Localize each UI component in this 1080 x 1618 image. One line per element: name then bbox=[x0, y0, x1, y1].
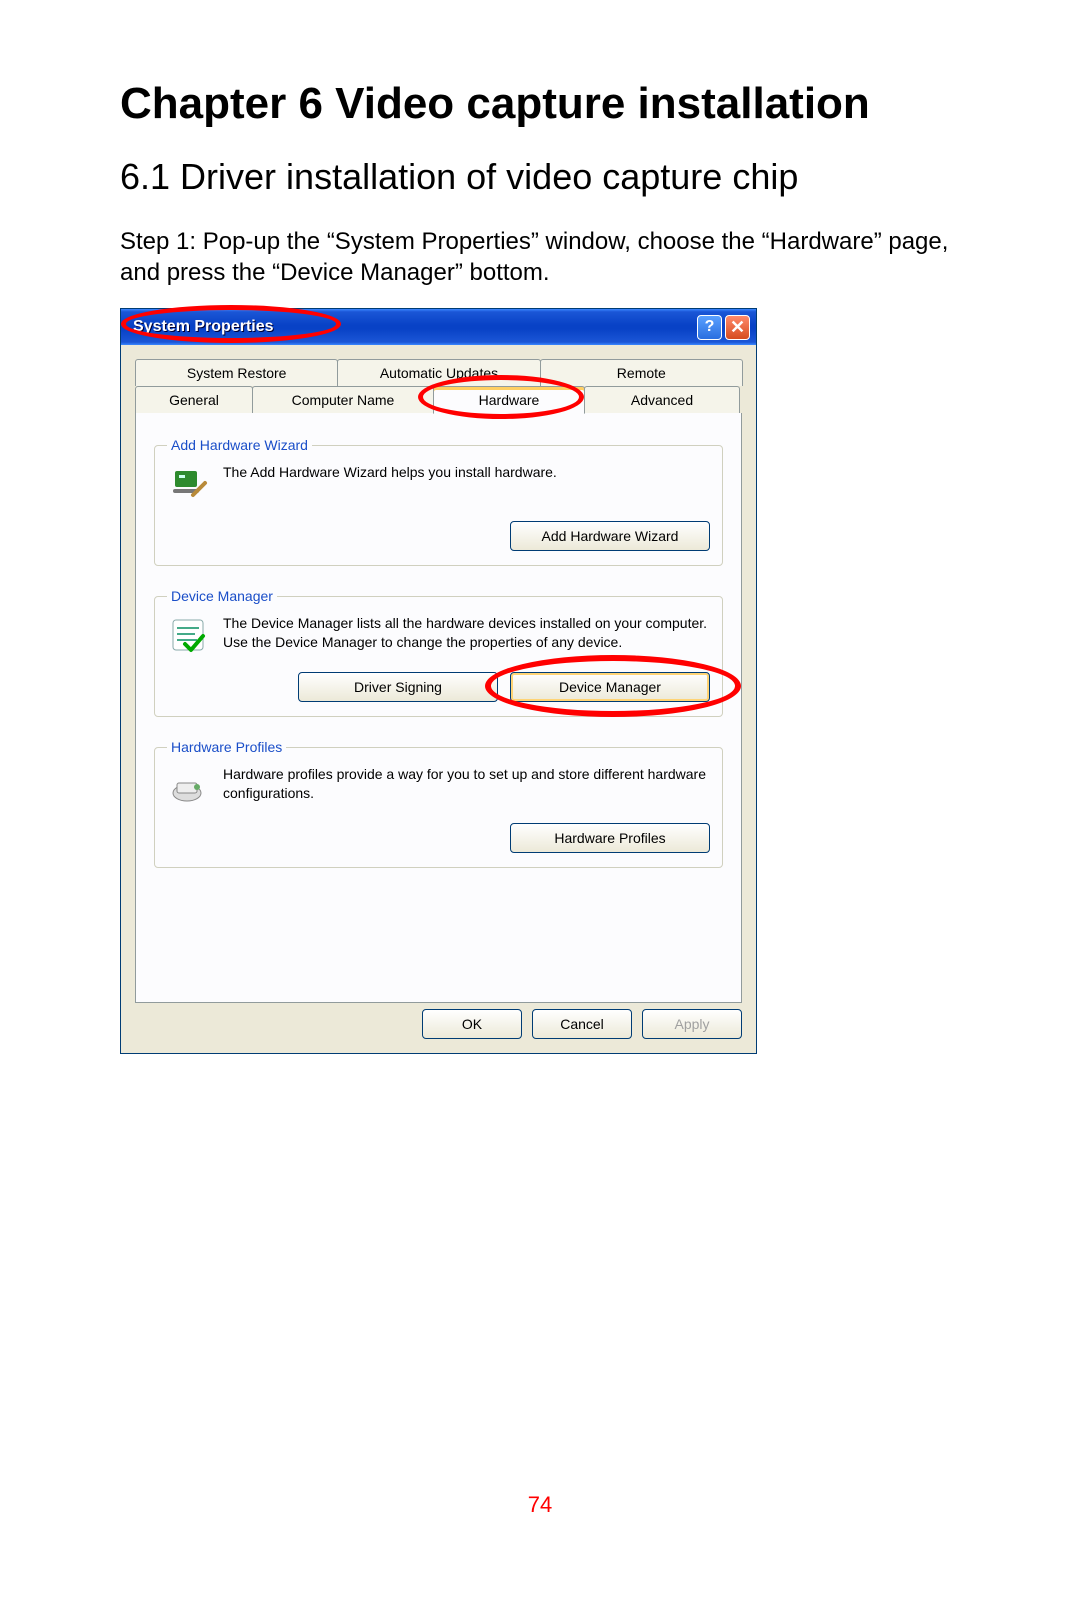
question-icon: ? bbox=[705, 318, 715, 336]
device-manager-button[interactable]: Device Manager bbox=[510, 672, 710, 702]
tab-computer-name[interactable]: Computer Name bbox=[252, 386, 434, 414]
section-title: 6.1 Driver installation of video capture… bbox=[120, 156, 970, 197]
tab-hardware-label: Hardware bbox=[479, 392, 540, 408]
device-manager-button-label: Device Manager bbox=[559, 679, 661, 695]
group-hardware-profiles: Hardware Profiles Hardware profiles prov… bbox=[154, 739, 723, 868]
close-button[interactable]: ✕ bbox=[725, 315, 750, 340]
ok-button[interactable]: OK bbox=[422, 1009, 522, 1039]
legend-device-manager: Device Manager bbox=[167, 588, 277, 604]
help-button[interactable]: ? bbox=[697, 315, 722, 340]
page-number: 74 bbox=[0, 1492, 1080, 1518]
tab-automatic-updates[interactable]: Automatic Updates bbox=[337, 359, 540, 386]
driver-signing-button[interactable]: Driver Signing bbox=[298, 672, 498, 702]
tab-general[interactable]: General bbox=[135, 386, 253, 414]
add-hardware-wizard-button[interactable]: Add Hardware Wizard bbox=[510, 521, 710, 551]
apply-button[interactable]: Apply bbox=[642, 1009, 742, 1039]
device-manager-icon bbox=[167, 614, 211, 658]
hardware-profiles-button[interactable]: Hardware Profiles bbox=[510, 823, 710, 853]
tab-advanced[interactable]: Advanced bbox=[584, 386, 740, 414]
hardware-wizard-icon bbox=[167, 463, 211, 507]
group-device-manager: Device Manager The Device Manager li bbox=[154, 588, 723, 717]
window-title: System Properties bbox=[133, 318, 274, 336]
group-add-hardware: Add Hardware Wizard The Add Hardware Wiz… bbox=[154, 437, 723, 566]
system-properties-dialog: System Properties ? ✕ System Restore Aut… bbox=[120, 308, 757, 1054]
chapter-title: Chapter 6 Video capture installation bbox=[120, 80, 970, 128]
tab-hardware[interactable]: Hardware bbox=[433, 386, 585, 414]
tab-body: Add Hardware Wizard The Add Hardware Wiz… bbox=[135, 413, 742, 1003]
dialog-footer: OK Cancel Apply bbox=[121, 1003, 756, 1053]
titlebar[interactable]: System Properties ? ✕ bbox=[121, 309, 756, 345]
legend-add-hardware: Add Hardware Wizard bbox=[167, 437, 312, 453]
device-manager-text: The Device Manager lists all the hardwar… bbox=[223, 614, 710, 652]
tab-remote[interactable]: Remote bbox=[540, 359, 743, 386]
hardware-profiles-text: Hardware profiles provide a way for you … bbox=[223, 765, 710, 803]
close-icon: ✕ bbox=[730, 318, 745, 336]
tab-system-restore[interactable]: System Restore bbox=[135, 359, 338, 386]
step-text: Step 1: Pop-up the “System Properties” w… bbox=[120, 226, 970, 288]
cancel-button[interactable]: Cancel bbox=[532, 1009, 632, 1039]
legend-hardware-profiles: Hardware Profiles bbox=[167, 739, 286, 755]
add-hardware-text: The Add Hardware Wizard helps you instal… bbox=[223, 463, 557, 482]
hardware-profiles-icon bbox=[167, 765, 211, 809]
